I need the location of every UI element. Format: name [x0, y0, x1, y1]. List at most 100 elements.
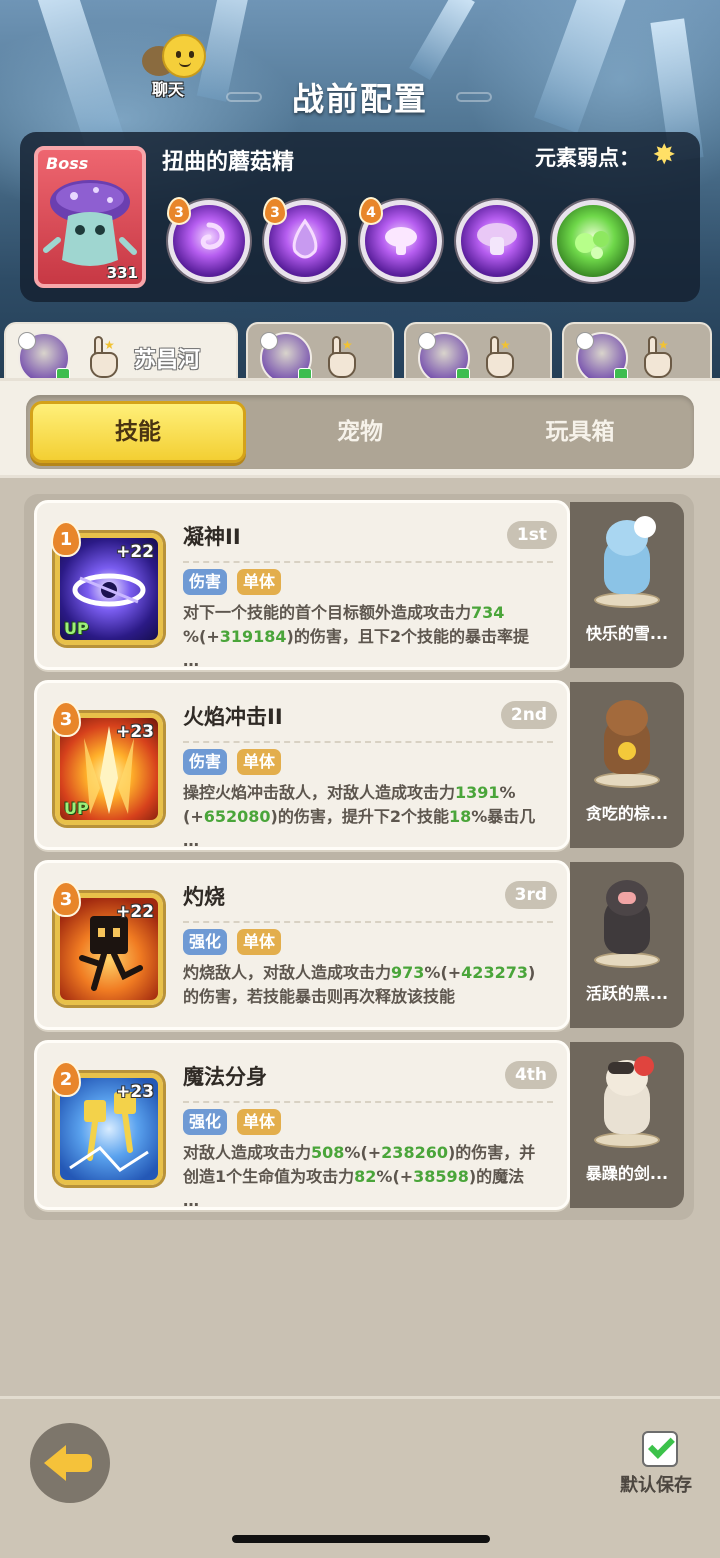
skill-card-3[interactable]: 3 +22 灼烧 3rd 强化 单体 灼烧敌人，对敌人造成攻击力973%(+42… [34, 860, 570, 1030]
category-tabbar-wrap: 技能 宠物 玩具箱 [0, 378, 720, 478]
light-element-icon: ✸ [652, 138, 676, 171]
skill-tag-target: 单体 [237, 749, 282, 775]
boss-skill-mushroom[interactable] [456, 200, 538, 282]
boss-skill-swirl[interactable]: 3 [167, 197, 250, 282]
hero-tab-3[interactable]: ★ [404, 322, 552, 384]
skill-tag-type: 强化 [183, 929, 228, 955]
pet-name: 快乐的雪... [585, 624, 669, 643]
hero-avatar [418, 332, 470, 384]
pet-figure-boar-icon [594, 876, 660, 968]
boss-skill-level: 3 [167, 197, 191, 225]
element-icon [418, 332, 436, 350]
default-save-label: 默认保存 [620, 1475, 692, 1496]
boss-info-panel: Boss 331 扭曲的蘑菇精 元素弱点： ✸ 3 3 4 [20, 132, 700, 302]
pet-figure-bee-icon [594, 696, 660, 788]
skill-tag-type: 强化 [183, 1109, 228, 1135]
skill-card-4[interactable]: 2 +23 魔法分身 4th 强化 单体 对敌人造成攻击力508%(+23826… [34, 1040, 570, 1210]
hero-name: 苏昌河 [134, 348, 201, 373]
smiley-face-icon [162, 34, 206, 78]
element-weakness-label: 元素弱点： [535, 146, 640, 170]
pet-figure-cat-icon [594, 1056, 660, 1148]
pet-slot-2[interactable]: 贪吃的棕... [570, 682, 684, 848]
home-indicator [232, 1535, 490, 1543]
tap-hand-icon: ★ [324, 336, 360, 380]
back-arrow-icon [44, 1445, 66, 1481]
skill-upgrade-indicator: UP [64, 619, 89, 638]
tab-pets[interactable]: 宠物 [252, 401, 468, 463]
skill-order-badge: 2nd [500, 701, 557, 729]
boss-portrait-card[interactable]: Boss 331 [34, 146, 146, 288]
element-icon [260, 332, 278, 350]
skill-upgrade-indicator: UP [64, 799, 89, 818]
tap-hand-icon: ★ [482, 336, 518, 380]
footer-bar: 默认保存 [0, 1396, 720, 1558]
skill-level-badge: 3 [51, 881, 81, 917]
default-save-checkbox[interactable] [642, 1431, 678, 1467]
skill-plus-level: +23 [116, 1082, 154, 1102]
hero-avatar [576, 332, 628, 384]
skill-plus-level: +22 [116, 542, 154, 562]
green-slime-icon [575, 231, 609, 259]
checkmark-icon [648, 1432, 675, 1459]
page-title: 战前配置 [291, 80, 428, 118]
boss-skill-drop[interactable]: 3 [263, 197, 346, 282]
skill-name: 魔法分身 [183, 1065, 267, 1089]
divider [183, 741, 553, 743]
pet-slot-3[interactable]: 活跃的黑... [570, 862, 684, 1028]
element-icon [576, 332, 594, 350]
skill-tag-target: 单体 [237, 1109, 282, 1135]
boss-name: 扭曲的蘑菇精 [162, 150, 295, 175]
tab-skills[interactable]: 技能 [30, 401, 246, 463]
skill-order-badge: 1st [506, 521, 557, 549]
element-icon [18, 332, 36, 350]
tap-hand-icon: ★ [86, 336, 122, 380]
pet-figure-snow-icon [594, 516, 660, 608]
skill-description: 对下一个技能的首个目标额外造成攻击力734 %(+319184)的伤害，且下2个… [183, 603, 529, 670]
title-ornament-right [456, 92, 492, 102]
hero-tab-2[interactable]: ★ [246, 322, 394, 384]
pet-name: 活跃的黑... [585, 984, 669, 1003]
skill-level-badge: 1 [51, 521, 81, 557]
skill-description: 灼烧敌人，对敌人造成攻击力973%(+423273) 的伤害，若技能暴击则再次释… [183, 963, 536, 1006]
pet-name: 暴躁的剑... [585, 1164, 669, 1183]
pet-slot-1[interactable]: 快乐的雪... [570, 502, 684, 668]
skill-name: 凝神II [183, 525, 241, 549]
boss-level: 331 [106, 264, 138, 282]
skill-level-badge: 2 [51, 1061, 81, 1097]
divider [183, 561, 553, 563]
skill-order-badge: 4th [504, 1061, 557, 1089]
divider [183, 921, 553, 923]
config-panel: 技能 宠物 玩具箱 1 +22 UP 凝神II 1st 伤害 单体 对下一个技能… [0, 378, 720, 1558]
boss-skill-level: 3 [263, 197, 287, 225]
skill-plus-level: +23 [116, 722, 154, 742]
back-button[interactable] [30, 1423, 110, 1503]
skill-order-badge: 3rd [504, 881, 557, 909]
tab-toybox[interactable]: 玩具箱 [472, 401, 688, 463]
skill-description: 操控火焰冲击敌人，对敌人造成攻击力1391% (+652080)的伤害，提升下2… [183, 783, 536, 850]
mushroom-icon [477, 223, 517, 255]
pet-slot-4[interactable]: 暴躁的剑... [570, 1042, 684, 1208]
skill-tag-type: 伤害 [183, 749, 228, 775]
boss-skill-glow-mushroom[interactable]: 4 [359, 197, 442, 282]
divider [183, 1101, 553, 1103]
skill-plus-level: +22 [116, 902, 154, 922]
skill-tag-type: 伤害 [183, 569, 228, 595]
category-tabbar: 技能 宠物 玩具箱 [26, 395, 694, 469]
skill-level-badge: 3 [51, 701, 81, 737]
skill-tag-target: 单体 [237, 569, 282, 595]
hero-tab-4[interactable]: ★ [562, 322, 712, 384]
skill-description: 对敌人造成攻击力508%(+238260)的伤害，并 创造1个生命值为攻击力82… [183, 1143, 536, 1210]
pet-name: 贪吃的棕... [585, 804, 669, 823]
skill-list: 1 +22 UP 凝神II 1st 伤害 单体 对下一个技能的首个目标额外造成攻… [24, 494, 694, 1220]
skill-name: 灼烧 [183, 885, 225, 909]
tap-hand-icon: ★ [640, 336, 676, 380]
hero-avatar [18, 332, 70, 384]
skill-card-2[interactable]: 3 +23 UP 火焰冲击II 2nd 伤害 单体 操控火焰冲击敌人，对敌人造成… [34, 680, 570, 850]
skill-name: 火焰冲击II [183, 705, 283, 729]
boss-skill-slime[interactable] [552, 200, 634, 282]
boss-skill-level: 4 [359, 197, 383, 225]
skill-tag-target: 单体 [237, 929, 282, 955]
crystal-decoration [409, 0, 475, 80]
skill-card-1[interactable]: 1 +22 UP 凝神II 1st 伤害 单体 对下一个技能的首个目标额外造成攻… [34, 500, 570, 670]
hero-avatar [260, 332, 312, 384]
